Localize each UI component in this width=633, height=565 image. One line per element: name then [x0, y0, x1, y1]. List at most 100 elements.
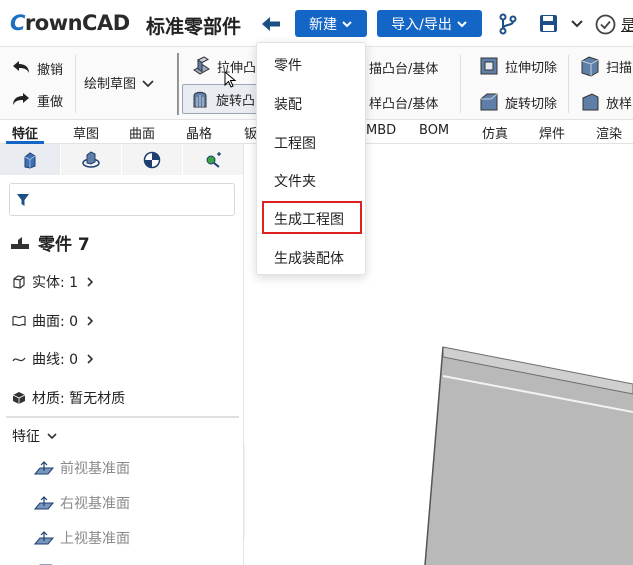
part-icon: [11, 236, 29, 249]
chevron-right-icon: [87, 277, 94, 287]
chevron-down-icon: [457, 20, 467, 27]
front-plane-label: 前视基准面: [60, 461, 130, 477]
revolve-icon: [193, 91, 207, 108]
sketch-button[interactable]: 绘制草图: [84, 73, 155, 92]
loft-label: 放样: [606, 96, 633, 112]
tab-lattice[interactable]: 晶格: [186, 123, 212, 142]
tree-item-right-plane[interactable]: 右视基准面: [34, 493, 130, 513]
import-export-button[interactable]: 导入/导出: [377, 10, 482, 37]
new-button-label: 新建: [309, 16, 337, 33]
menu-item-part[interactable]: 零件: [274, 55, 302, 75]
plane-icon: [34, 461, 54, 475]
ribbon-divider: [460, 55, 461, 113]
curves-label: 曲线: 0: [32, 352, 79, 368]
tab-simulation[interactable]: 仿真: [482, 123, 508, 142]
menu-item-folder[interactable]: 文件夹: [274, 171, 316, 191]
revolve-cut-icon: [480, 93, 498, 111]
plane-icon: [34, 531, 54, 545]
ribbon-grip: [177, 53, 179, 115]
sweep-button[interactable]: 扫描: [579, 55, 632, 77]
mouse-cursor-icon: [224, 71, 237, 88]
revolve-boss-label: 旋转凸: [216, 93, 256, 109]
features-label: 特征: [12, 429, 40, 445]
title-bar: CrownCAD 标准零部件 新建 导入/导出 是: [0, 0, 633, 47]
tree-item-curves[interactable]: 曲线: 0: [12, 349, 96, 369]
app-window: CrownCAD 标准零部件 新建 导入/导出 是 撤销 重做 绘制草图 拉伸凸…: [0, 0, 633, 565]
extrude-cut-button[interactable]: 拉伸切除: [478, 55, 557, 77]
tab-mbd[interactable]: MBD: [366, 123, 396, 138]
sweep-boss-label: 描凸台/基体: [369, 62, 439, 77]
tree-item-material[interactable]: 材质: 暂无材质: [12, 388, 125, 408]
redo-label: 重做: [37, 94, 64, 110]
tab-render[interactable]: 渲染: [596, 123, 622, 142]
new-dropdown-menu: 零件 装配 工程图 文件夹 生成工程图 生成装配体: [256, 42, 366, 275]
chevron-down-icon[interactable]: [570, 16, 584, 30]
part-root-node[interactable]: 零件 7: [10, 230, 90, 255]
import-export-label: 导入/导出: [391, 16, 452, 33]
tab-weldment[interactable]: 焊件: [539, 123, 565, 142]
loft-boss-label: 样凸台/基体: [369, 97, 439, 112]
undo-icon: [13, 61, 29, 73]
document-title: 标准零部件: [146, 16, 242, 38]
loft-button[interactable]: 放样: [579, 91, 632, 113]
material-label: 材质: 暂无材质: [32, 391, 126, 407]
sweep-boss-button[interactable]: 描凸台/基体: [369, 58, 438, 77]
tree-item-solids[interactable]: 实体: 1: [12, 272, 96, 292]
truncated-toolbar-text[interactable]: 是: [621, 14, 633, 35]
part-name: 零件 7: [38, 235, 90, 255]
chevron-down-icon: [142, 79, 154, 87]
right-plane-label: 右视基准面: [60, 496, 130, 512]
chevron-down-icon: [47, 433, 57, 440]
tree-item-features[interactable]: 特征: [12, 426, 58, 446]
plane-icon: [34, 496, 54, 510]
plane-icon: [34, 558, 52, 565]
menu-item-drawing[interactable]: 工程图: [274, 133, 316, 153]
check-circle-icon[interactable]: [595, 14, 616, 35]
loft-icon: [582, 93, 599, 111]
save-icon[interactable]: [539, 14, 558, 33]
panel-tab-feature-tree[interactable]: [0, 144, 60, 175]
panel-tab-display[interactable]: [122, 144, 182, 175]
extrude-cut-icon: [480, 57, 498, 75]
tab-sketch[interactable]: 草图: [73, 123, 99, 142]
search-settings-icon: [206, 151, 221, 168]
redo-button[interactable]: 重做: [10, 89, 63, 111]
extrude-boss-button[interactable]: 拉伸凸: [190, 55, 256, 77]
feature-tree-panel: 零件 7 实体: 1 曲面: 0 曲线: 0 材质: 暂无材质 特征 前视基准面…: [0, 144, 244, 565]
tab-bom[interactable]: BOM: [419, 123, 449, 138]
tree-item-surfaces[interactable]: 曲面: 0: [12, 311, 96, 331]
loft-boss-button[interactable]: 样凸台/基体: [369, 93, 438, 112]
undo-label: 撤销: [37, 62, 64, 78]
chevron-down-icon: [342, 20, 352, 27]
highlight-box: [262, 201, 362, 234]
branch-icon[interactable]: [498, 13, 518, 35]
panel-divider: [6, 416, 239, 418]
redo-icon: [13, 93, 29, 105]
panel-tab-strip: [0, 144, 244, 175]
revolve-boss-button[interactable]: 旋转凸: [182, 84, 263, 114]
extrude-cut-label: 拉伸切除: [505, 60, 558, 76]
sketch-label: 绘制草图: [84, 77, 137, 92]
new-button[interactable]: 新建: [295, 10, 367, 37]
back-arrow-icon[interactable]: [259, 12, 283, 36]
undo-button[interactable]: 撤销: [10, 57, 63, 79]
panel-tab-search[interactable]: [183, 144, 243, 175]
menu-item-generate-assembly[interactable]: 生成装配体: [274, 248, 344, 268]
panel-tab-properties[interactable]: [61, 144, 121, 175]
appearance-sphere-icon: [143, 151, 161, 168]
tree-item-front-plane[interactable]: 前视基准面: [34, 458, 130, 478]
app-logo: CrownCAD: [10, 11, 130, 35]
filter-icon: [17, 194, 29, 206]
chevron-right-icon: [87, 354, 94, 364]
surface-body-icon: [12, 315, 26, 327]
extrude-icon: [193, 56, 210, 75]
tree-filter-input[interactable]: [9, 183, 235, 216]
menu-item-assembly[interactable]: 装配: [274, 94, 302, 114]
material-icon: [12, 392, 26, 404]
revolve-cut-button[interactable]: 旋转切除: [478, 91, 557, 113]
tree-item-top-plane[interactable]: 上视基准面: [34, 528, 130, 548]
ribbon-divider: [75, 55, 76, 113]
tab-feature[interactable]: 特征: [12, 123, 38, 142]
top-plane-label: 上视基准面: [60, 531, 130, 547]
tab-surface[interactable]: 曲面: [129, 123, 155, 142]
